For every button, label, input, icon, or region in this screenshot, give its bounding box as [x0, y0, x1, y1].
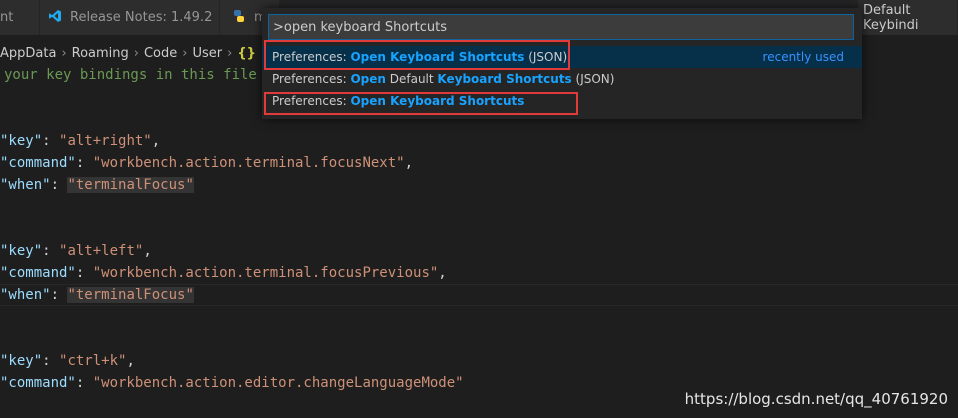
code-line: "command": "workbench.action.terminal.fo…	[0, 155, 414, 171]
tab-label: nt	[0, 10, 14, 25]
chevron-right-icon: ›	[182, 45, 188, 61]
python-icon	[232, 9, 246, 27]
chevron-right-icon: ›	[61, 45, 67, 61]
code-line: "key": "alt+right",	[0, 133, 161, 149]
palette-item-open-default-keyboard-shortcuts-json[interactable]: Preferences: Open Default Keyboard Short…	[262, 68, 862, 90]
tab-default-keybindings[interactable]: Default Keybindi	[858, 0, 958, 35]
breadcrumb-item[interactable]: Code	[144, 46, 177, 61]
tab-label: Release Notes: 1.49.2	[70, 10, 213, 25]
breadcrumb: AppData › Roaming › Code › User › {} key…	[0, 42, 292, 64]
code-line: "key": "alt+left",	[0, 243, 152, 259]
command-palette-input[interactable]	[268, 14, 854, 40]
code-line: "command": "workbench.action.editor.chan…	[0, 375, 464, 391]
code-line: "key": "ctrl+k",	[0, 353, 135, 369]
recently-used-label: recently used	[762, 50, 844, 64]
tab-release-notes[interactable]: Release Notes: 1.49.2	[40, 0, 220, 35]
json-braces-icon: {}	[237, 45, 256, 61]
code-line: "when": "terminalFocus"	[0, 287, 194, 303]
breadcrumb-item[interactable]: Roaming	[72, 46, 129, 61]
breadcrumb-item[interactable]: User	[192, 46, 222, 61]
code-line: "command": "workbench.action.terminal.fo…	[0, 265, 447, 281]
breadcrumb-item[interactable]: AppData	[0, 46, 56, 61]
watermark: https://blog.csdn.net/qq_40761920	[684, 390, 948, 408]
tab-label: Default Keybindi	[863, 2, 919, 33]
chevron-right-icon: ›	[133, 45, 139, 61]
annotation-highlight-box	[264, 40, 570, 70]
tab-partial[interactable]: nt	[0, 0, 40, 35]
vscode-icon	[48, 9, 62, 27]
code-comment: your key bindings in this file	[4, 67, 257, 83]
code-line: "when": "terminalFocus"	[0, 177, 194, 193]
chevron-right-icon: ›	[227, 45, 233, 61]
annotation-highlight-box	[264, 92, 578, 115]
